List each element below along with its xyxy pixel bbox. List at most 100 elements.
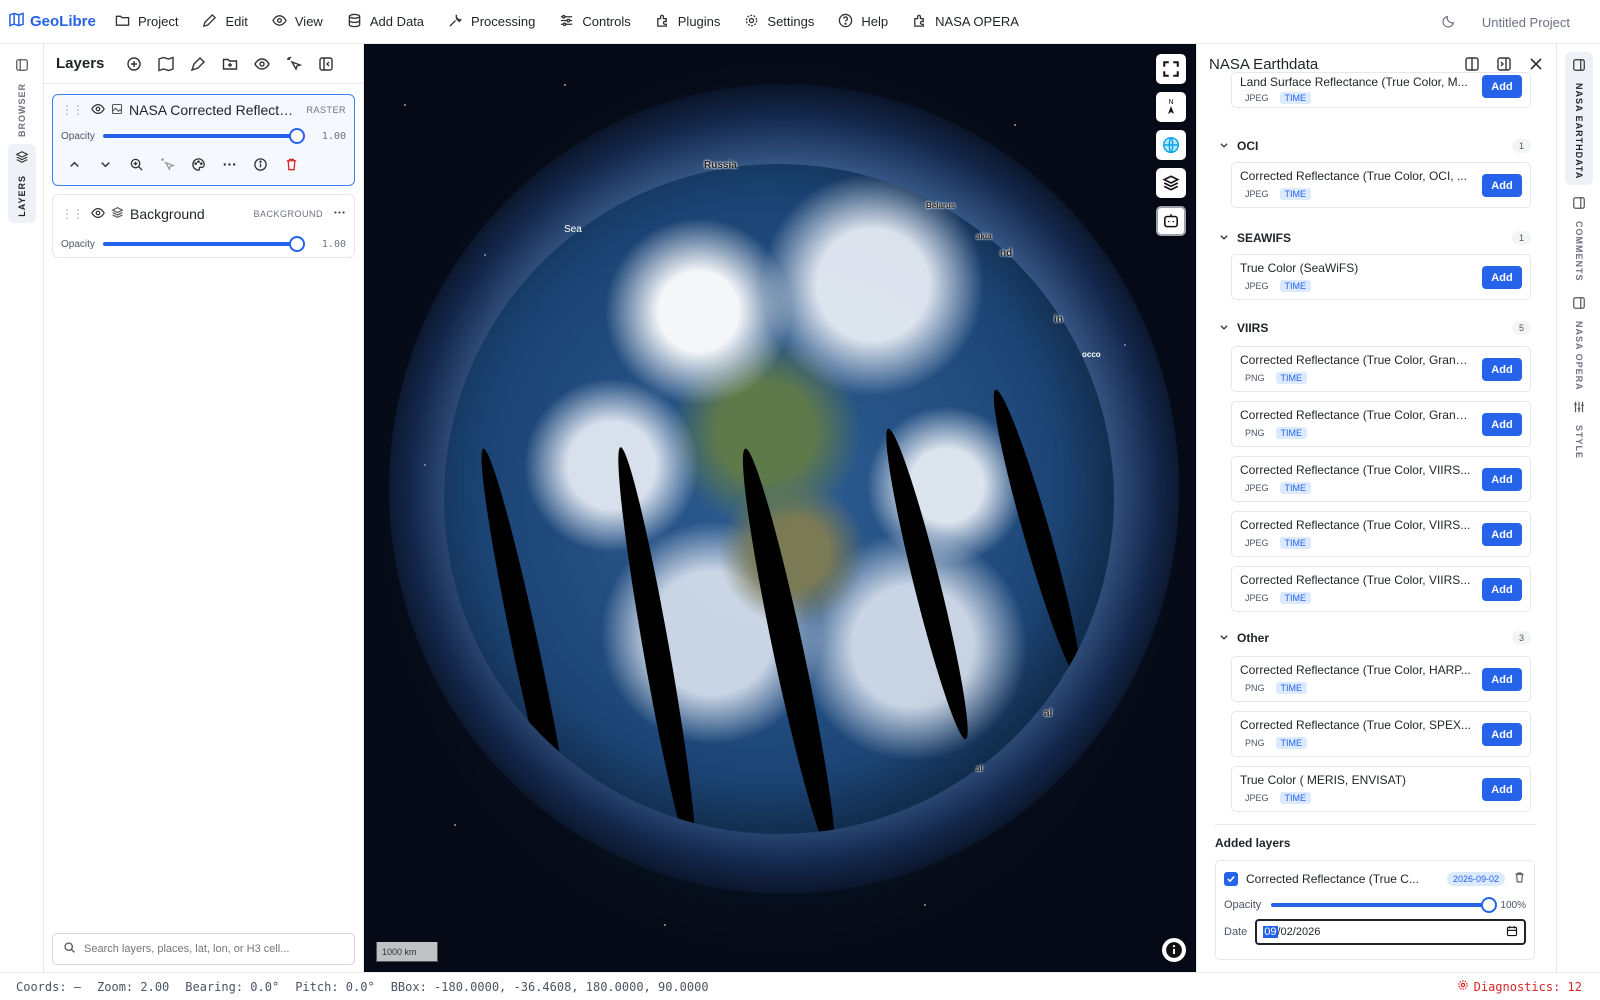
globe[interactable]	[444, 164, 1114, 834]
add-dataset-button[interactable]: Add	[1482, 266, 1522, 289]
menu-add-data[interactable]: Add Data	[335, 0, 436, 44]
rail-tab-comments[interactable]: COMMENTS	[1565, 190, 1593, 288]
dataset-item[interactable]: Corrected Reflectance (True Color, VIIRS…	[1231, 456, 1531, 502]
globe-toggle-button[interactable]	[1156, 130, 1186, 160]
rail-tab-browser[interactable]: BROWSER	[8, 52, 36, 143]
close-icon[interactable]	[1528, 56, 1544, 72]
dataset-item[interactable]: Corrected Reflectance (True Color, HARP.…	[1231, 656, 1531, 702]
map-icon[interactable]	[158, 56, 175, 72]
add-dataset-button[interactable]: Add	[1482, 468, 1522, 491]
group-header-other[interactable]: Other 3	[1219, 628, 1531, 648]
map-label: nd	[1000, 248, 1013, 259]
eye-icon[interactable]	[91, 206, 105, 223]
draw-icon[interactable]	[190, 56, 206, 72]
add-dataset-button[interactable]: Add	[1482, 358, 1522, 381]
date-input[interactable]: 09/02/2026	[1255, 919, 1526, 945]
more-icon[interactable]	[333, 206, 346, 222]
slider-knob[interactable]	[289, 236, 305, 252]
add-dataset-button[interactable]: Add	[1482, 668, 1522, 691]
delete-icon[interactable]	[1513, 871, 1526, 887]
menu-edit[interactable]: Edit	[190, 0, 259, 44]
search-input[interactable]	[84, 943, 344, 955]
folder-plus-icon[interactable]	[222, 56, 238, 72]
delete-icon[interactable]	[284, 157, 299, 172]
dataset-item[interactable]: Corrected Reflectance (True Color, VIIRS…	[1231, 511, 1531, 557]
menu-processing[interactable]: Processing	[436, 0, 547, 44]
dataset-item[interactable]: Corrected Reflectance (True Color, OCI, …	[1231, 162, 1531, 208]
add-dataset-button[interactable]: Add	[1482, 523, 1522, 546]
dock-panel-icon[interactable]	[1496, 56, 1512, 72]
fullscreen-button[interactable]	[1156, 54, 1186, 84]
rail-tab-layers[interactable]: LAYERS	[8, 144, 36, 223]
layer-card-nasa[interactable]: ⋮⋮ NASA Corrected Reflectan... RASTER Op…	[52, 94, 355, 186]
dataset-item[interactable]: Corrected Reflectance (True Color, VIIRS…	[1231, 566, 1531, 612]
add-dataset-button[interactable]: Add	[1482, 578, 1522, 601]
group-count: 3	[1511, 631, 1531, 645]
group-header-viirs[interactable]: VIIRS 5	[1219, 318, 1531, 338]
add-dataset-button[interactable]: Add	[1482, 174, 1522, 197]
assistant-bot-button[interactable]	[1156, 206, 1186, 236]
move-up-icon[interactable]	[67, 157, 82, 172]
move-down-icon[interactable]	[98, 157, 113, 172]
dataset-item[interactable]: Corrected Reflectance (True Color, SPEX.…	[1231, 711, 1531, 757]
rail-tab-nasa-earthdata[interactable]: NASA EARTHDATA	[1565, 52, 1593, 186]
project-name[interactable]: Untitled Project	[1482, 15, 1570, 30]
dataset-item[interactable]: True Color ( MERIS, ENVISAT) JPEG TIME Ad…	[1231, 766, 1531, 812]
opacity-slider[interactable]	[1271, 897, 1498, 913]
add-dataset-button[interactable]: Add	[1482, 413, 1522, 436]
menu-controls[interactable]: Controls	[547, 0, 642, 44]
add-layer-icon[interactable]	[126, 56, 142, 72]
layer-visible-checkbox[interactable]	[1224, 872, 1238, 886]
diagnostics-button[interactable]: Diagnostics: 12	[1457, 979, 1582, 994]
rail-tab-style[interactable]: STYLE	[1565, 394, 1593, 465]
opacity-slider[interactable]	[102, 236, 305, 252]
group-header-seawifs[interactable]: SEAWIFS 1	[1219, 228, 1531, 248]
add-dataset-button[interactable]: Add	[1482, 778, 1522, 801]
more-icon[interactable]	[222, 157, 237, 172]
layer-search-box[interactable]	[52, 933, 355, 965]
map-view[interactable]: Russia Sea Belarus akia nd in occo al al…	[364, 44, 1196, 972]
add-dataset-button[interactable]: Add	[1482, 723, 1522, 746]
collapse-panel-icon[interactable]	[318, 56, 334, 72]
dataset-item[interactable]: True Color (SeaWiFS) JPEG TIME Add	[1231, 254, 1531, 300]
rail-tab-nasa-opera[interactable]: NASA OPERA	[1565, 290, 1593, 397]
zoom-to-layer-icon[interactable]	[129, 157, 144, 172]
opacity-label: Opacity	[61, 238, 95, 250]
menu-help[interactable]: Help	[826, 0, 900, 44]
menu-settings[interactable]: Settings	[732, 0, 826, 44]
identify-icon[interactable]	[160, 157, 175, 172]
menu-view[interactable]: View	[260, 0, 335, 44]
dataset-item[interactable]: Corrected Reflectance (True Color, Granu…	[1231, 401, 1531, 447]
eye-icon[interactable]	[254, 56, 271, 72]
theme-toggle-moon-icon[interactable]	[1442, 14, 1456, 31]
palette-icon[interactable]	[191, 157, 206, 172]
group-header-oci[interactable]: OCI 1	[1219, 136, 1531, 156]
basemap-layers-button[interactable]	[1156, 168, 1186, 198]
slider-knob[interactable]	[289, 128, 305, 144]
calendar-icon[interactable]	[1506, 925, 1518, 940]
attribution-info-icon[interactable]	[1162, 938, 1186, 962]
menu-plugins[interactable]: Plugins	[643, 0, 733, 44]
drag-handle-icon[interactable]: ⋮⋮	[61, 103, 84, 117]
add-dataset-button[interactable]: Add	[1482, 75, 1522, 98]
menu-nasa-opera[interactable]: NASA OPERA	[900, 0, 1031, 44]
info-icon[interactable]	[253, 157, 268, 172]
menu-project[interactable]: Project	[103, 0, 190, 44]
layer-type: RASTER	[306, 105, 346, 115]
slider-knob[interactable]	[1481, 897, 1498, 913]
layer-card-background[interactable]: ⋮⋮ Background BACKGROUND Opacity 1.00	[52, 194, 355, 258]
dataset-item[interactable]: Land Surface Reflectance (True Color, M.…	[1231, 72, 1531, 108]
compass-button[interactable]: N	[1156, 92, 1186, 122]
dataset-name: True Color ( MERIS, ENVISAT)	[1240, 773, 1407, 787]
eye-icon[interactable]	[91, 102, 105, 119]
earthdata-panel: NASA Earthdata Land Surface Reflectance …	[1196, 44, 1556, 972]
image-icon	[111, 103, 123, 118]
right-rail: NASA EARTHDATA COMMENTS NASA OPERA STYLE	[1556, 44, 1600, 972]
split-view-icon[interactable]	[1464, 56, 1480, 72]
opacity-slider[interactable]	[102, 128, 305, 144]
drag-handle-icon[interactable]: ⋮⋮	[61, 207, 84, 221]
dataset-item[interactable]: Corrected Reflectance (True Color, Granu…	[1231, 346, 1531, 392]
app-brand[interactable]: GeoLibre	[9, 12, 103, 31]
date-month-segment[interactable]: 09	[1263, 926, 1278, 938]
identify-icon[interactable]	[286, 56, 303, 72]
